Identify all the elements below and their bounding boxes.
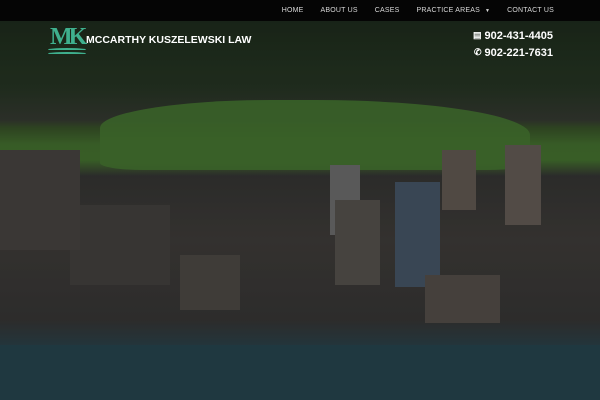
main-nav: HOME ABOUT US CASES PRACTICE AREAS ▼ CONT… [0, 0, 600, 21]
site-logo[interactable]: MK MCCARTHY KUSZELEWSKI LAW [48, 24, 252, 56]
fax-icon: ▤ [472, 30, 482, 40]
contact-numbers: ▤ 902-431-4405 ✆ 902-221-7631 [473, 27, 553, 61]
nav-practice-areas-label: PRACTICE AREAS [416, 7, 480, 14]
nav-cases[interactable]: CASES [375, 7, 400, 14]
phone-number[interactable]: 902-221-7631 [484, 47, 553, 59]
nav-practice-areas[interactable]: PRACTICE AREAS ▼ [417, 7, 491, 14]
nav-contact-us[interactable]: CONTACT US [507, 7, 554, 14]
nav-home[interactable]: HOME [282, 7, 304, 14]
nav-about-us[interactable]: ABOUT US [321, 7, 358, 14]
brand-name: MCCARTHY KUSZELEWSKI LAW [86, 34, 252, 46]
logo-monogram-icon: MK [48, 24, 87, 56]
fax-number[interactable]: 902-431-4405 [484, 30, 553, 42]
chevron-down-icon: ▼ [484, 8, 491, 14]
phone-icon: ✆ [473, 47, 482, 57]
